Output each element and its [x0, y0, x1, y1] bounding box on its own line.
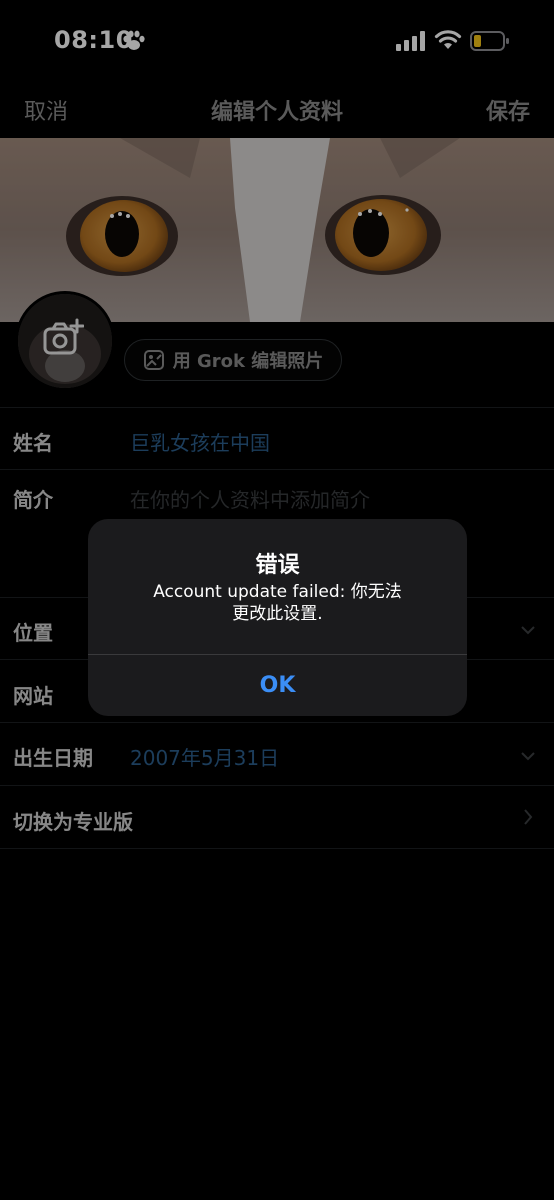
alert-message-line2: 更改此设置. [232, 604, 323, 624]
ok-button[interactable]: OK [88, 655, 467, 716]
error-alert-dialog: 错误 Account update failed: 你无法 更改此设置. OK [88, 519, 467, 716]
alert-message-line1: Account update failed: 你无法 [153, 582, 402, 602]
alert-message: Account update failed: 你无法 更改此设置. [112, 581, 443, 625]
alert-title: 错误 [255, 553, 300, 578]
